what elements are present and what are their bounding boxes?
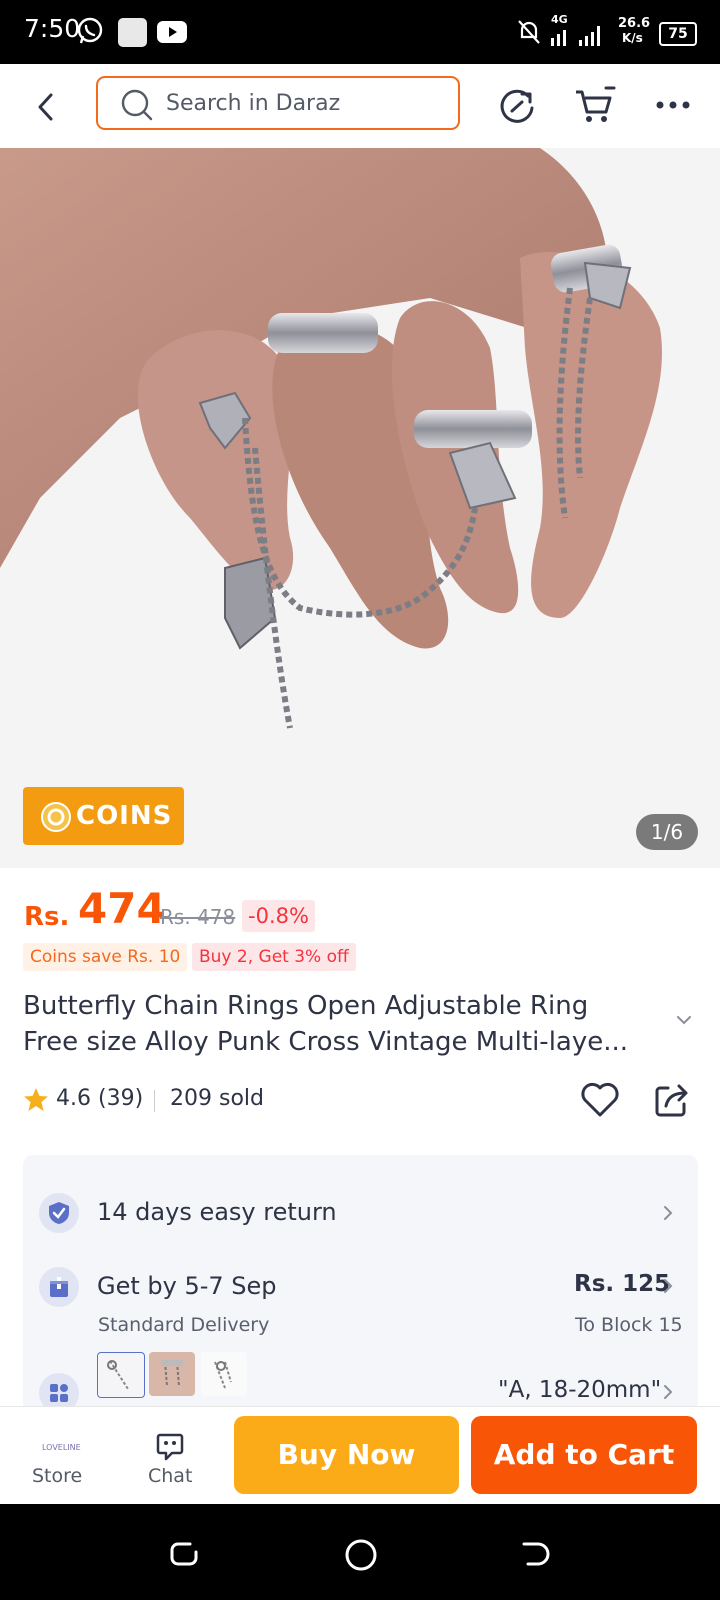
header: Search in Daraz: [0, 64, 720, 148]
sold-count: 209 sold: [170, 1086, 264, 1111]
whatsapp-icon: [77, 17, 103, 44]
delivery-fee: Rs. 125: [574, 1271, 671, 1297]
more-options-icon[interactable]: [656, 100, 690, 110]
price-amount: 474: [78, 884, 166, 933]
package-icon: [50, 1277, 68, 1297]
star-icon: [24, 1088, 48, 1111]
chevron-right-icon[interactable]: [663, 1384, 673, 1400]
status-time: 7:50: [24, 14, 81, 43]
delivery-type: Standard Delivery: [98, 1314, 270, 1336]
price-currency: Rs.: [24, 902, 70, 932]
return-icon-bg: [39, 1193, 79, 1233]
store-logo: LOVELINE: [42, 1443, 81, 1452]
rating-value[interactable]: 4.6 (39): [56, 1086, 143, 1111]
mute-bell-icon: [518, 20, 540, 44]
chevron-right-icon[interactable]: [663, 1205, 673, 1221]
add-to-cart-button[interactable]: Add to Cart: [471, 1416, 697, 1494]
bundle-promo[interactable]: Buy 2, Get 3% off: [192, 943, 356, 971]
cart-icon[interactable]: [574, 86, 616, 126]
share-icon[interactable]: [654, 1082, 690, 1118]
system-navigation-bar: [0, 1504, 720, 1600]
grid-icon: [50, 1384, 68, 1402]
chevron-down-icon[interactable]: [676, 1015, 692, 1025]
coin-icon: [41, 802, 71, 832]
delivery-icon-bg: [39, 1267, 79, 1307]
rings-on-hand-image: [0, 148, 662, 729]
store-button[interactable]: LOVELINE Store: [16, 1407, 96, 1505]
discount-badge: -0.8%: [242, 900, 315, 932]
divider: [154, 1090, 155, 1112]
chat-label: Chat: [148, 1465, 193, 1487]
image-counter: 1/6: [636, 814, 698, 850]
app-notification-icon: [118, 18, 147, 47]
chat-button[interactable]: Chat: [130, 1407, 210, 1505]
signal-icon: [551, 26, 600, 46]
back-arrow-icon[interactable]: [36, 92, 56, 122]
home-icon[interactable]: [344, 1538, 378, 1572]
product-title-line2: Free size Alloy Punk Cross Vintage Multi…: [23, 1027, 629, 1057]
shield-check-icon: [49, 1202, 69, 1224]
battery-indicator: 75: [659, 22, 697, 46]
coins-label: COINS: [76, 801, 173, 831]
delivery-location[interactable]: To Block 15: [575, 1314, 683, 1336]
status-bar: 7:50 4G 26.6 K/s 75: [0, 0, 720, 64]
heart-icon[interactable]: [580, 1082, 620, 1118]
store-label: Store: [32, 1465, 83, 1487]
delivery-estimate[interactable]: Get by 5-7 Sep: [97, 1272, 277, 1300]
search-placeholder: Search in Daraz: [166, 91, 341, 116]
variant-thumbnail[interactable]: [201, 1352, 247, 1396]
selected-variant[interactable]: "A, 18-20mm": [498, 1377, 661, 1403]
network-speed: 26.6: [618, 16, 651, 31]
return-policy[interactable]: 14 days easy return: [97, 1198, 337, 1226]
search-icon: [121, 89, 153, 121]
variant-thumbnail[interactable]: [97, 1352, 145, 1398]
product-title-line1: Butterfly Chain Rings Open Adjustable Ri…: [23, 991, 589, 1021]
variant-thumbnail[interactable]: [149, 1352, 195, 1396]
youtube-icon: [157, 21, 187, 43]
recents-icon[interactable]: [168, 1538, 200, 1570]
product-image[interactable]: [0, 148, 720, 868]
share-refresh-icon[interactable]: [498, 86, 538, 126]
coins-save-promo: Coins save Rs. 10: [23, 943, 188, 971]
network-type: 4G: [551, 13, 568, 26]
original-price: Rs. 478: [160, 905, 236, 929]
network-speed-unit: K/s: [622, 31, 643, 45]
coins-badge: COINS: [23, 787, 184, 845]
product-title[interactable]: Butterfly Chain Rings Open Adjustable Ri…: [23, 988, 663, 1060]
back-icon[interactable]: [520, 1538, 552, 1570]
chat-icon: [156, 1433, 184, 1461]
buy-now-button[interactable]: Buy Now: [234, 1416, 459, 1494]
search-input[interactable]: Search in Daraz: [96, 76, 460, 130]
chevron-right-icon[interactable]: [663, 1278, 673, 1294]
